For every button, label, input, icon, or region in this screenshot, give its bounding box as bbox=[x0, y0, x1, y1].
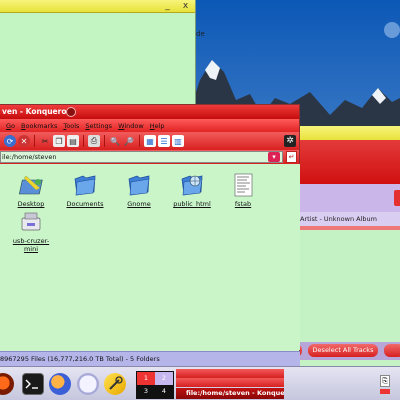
menu-tools[interactable]: Tools bbox=[63, 122, 79, 130]
file-item-public-html[interactable]: public_html bbox=[167, 172, 217, 208]
location-dropdown-icon[interactable]: ▾ bbox=[268, 152, 280, 162]
toolbar-separator bbox=[139, 135, 140, 147]
icon-view-icon[interactable]: ▦ bbox=[144, 135, 156, 147]
file-item-fstab[interactable]: fstab bbox=[218, 172, 268, 208]
media-player-action-button[interactable] bbox=[394, 190, 400, 206]
clipboard-icon[interactable]: ⎘ bbox=[380, 375, 390, 387]
file-label: usb-cruzer-mini bbox=[12, 237, 50, 253]
background-window[interactable]: _ x de bbox=[0, 0, 205, 112]
menu-window[interactable]: Window bbox=[118, 122, 144, 130]
help-icon[interactable] bbox=[77, 373, 99, 395]
pager-desktop-4[interactable]: 4 bbox=[155, 385, 173, 398]
file-item-usb-cruzer-mini[interactable]: usb-cruzer-mini bbox=[6, 209, 56, 253]
gear-icon[interactable]: ✲ bbox=[284, 135, 296, 147]
usb-drive-icon bbox=[21, 212, 41, 231]
file-label: Documents bbox=[66, 200, 104, 208]
media-player-button-row: Deselect All Tracks bbox=[282, 342, 400, 360]
detailed-view-icon[interactable]: ▥ bbox=[172, 135, 184, 147]
media-player-window[interactable]: Artist - Unknown Album Deselect All Trac… bbox=[282, 126, 400, 368]
media-player-header bbox=[292, 140, 400, 184]
desktop-folder-icon bbox=[18, 175, 43, 195]
toolbar-separator bbox=[104, 135, 105, 147]
kde-menu-icon[interactable] bbox=[0, 373, 14, 395]
paste-icon[interactable]: ▤ bbox=[67, 135, 79, 147]
file-label: Gnome bbox=[127, 200, 151, 208]
media-player-titlebar[interactable] bbox=[292, 126, 400, 140]
go-button[interactable]: ↵ bbox=[286, 151, 297, 163]
task-list: file:/home/steven - Konqueror bbox=[176, 369, 284, 399]
toolbar-separator bbox=[34, 135, 35, 147]
konqueror-window[interactable]: ven - Konqueror Go Bookmarks Tools Setti… bbox=[0, 104, 300, 367]
stop-icon[interactable]: ✕ bbox=[18, 135, 30, 147]
tools-icon[interactable] bbox=[104, 373, 126, 395]
globe-folder-icon bbox=[181, 175, 203, 196]
folder-icon bbox=[128, 175, 150, 196]
zoom-in-icon[interactable]: 🔍 bbox=[109, 135, 121, 147]
tray-indicator-icon[interactable] bbox=[380, 389, 390, 394]
menu-bar: Go Bookmarks Tools Settings Window Help bbox=[0, 119, 299, 132]
taskbar: 1 2 3 4 file:/home/steven - Konqueror ⎘ bbox=[0, 366, 400, 400]
pager-desktop-1[interactable]: 1 bbox=[137, 372, 155, 385]
toolbar-separator bbox=[83, 135, 84, 147]
file-view[interactable]: Desktop Documents Gnome public_html fsta… bbox=[0, 164, 300, 350]
reload-icon[interactable]: ⟳ bbox=[4, 135, 16, 147]
media-right-button[interactable] bbox=[384, 344, 400, 357]
menu-go[interactable]: Go bbox=[6, 122, 15, 130]
copy-icon[interactable]: ❐ bbox=[53, 135, 65, 147]
deselect-all-tracks-button[interactable]: Deselect All Tracks bbox=[308, 344, 378, 357]
desktop-pager[interactable]: 1 2 3 4 bbox=[136, 371, 174, 399]
zoom-out-icon[interactable]: 🔎 bbox=[123, 135, 135, 147]
background-window-titlebar[interactable]: _ x bbox=[0, 0, 195, 13]
pager-desktop-3[interactable]: 3 bbox=[137, 385, 155, 398]
track-list[interactable] bbox=[292, 230, 400, 326]
location-bar: ile:/home/steven ▾ ↵ bbox=[0, 150, 299, 164]
location-input[interactable]: ile:/home/steven bbox=[0, 151, 283, 163]
menu-help[interactable]: Help bbox=[150, 122, 165, 130]
firefox-icon[interactable] bbox=[49, 373, 71, 395]
file-item-desktop[interactable]: Desktop bbox=[6, 172, 56, 208]
terminal-icon[interactable] bbox=[22, 373, 44, 395]
toolbar: ⟳ ✕ ✂ ❐ ▤ ⎙ 🔍 🔎 ▦ ☰ ▥ ✲ bbox=[0, 132, 299, 150]
text-file-icon bbox=[234, 173, 253, 197]
system-tray: ⎘ bbox=[376, 373, 400, 395]
folder-icon bbox=[74, 175, 96, 196]
window-text-fragment: de bbox=[196, 30, 205, 38]
konqueror-titlebar[interactable]: ven - Konqueror bbox=[0, 105, 299, 119]
pager-desktop-2[interactable]: 2 bbox=[155, 372, 173, 385]
task-button[interactable] bbox=[176, 369, 284, 378]
minimize-button[interactable]: _ bbox=[162, 1, 173, 12]
file-label: fstab bbox=[234, 200, 252, 208]
print-icon[interactable]: ⎙ bbox=[88, 135, 100, 147]
window-title: ven - Konqueror bbox=[2, 107, 71, 116]
menu-bookmarks[interactable]: Bookmarks bbox=[21, 122, 57, 130]
file-label: Desktop bbox=[17, 200, 45, 208]
status-bar: 8967295 Files (16,777,216.0 TB Total) - … bbox=[0, 351, 300, 367]
file-item-documents[interactable]: Documents bbox=[60, 172, 110, 208]
cut-icon[interactable]: ✂ bbox=[39, 135, 51, 147]
album-info: Artist - Unknown Album bbox=[292, 212, 400, 226]
task-button[interactable] bbox=[176, 378, 284, 387]
file-label: public_html bbox=[173, 200, 211, 208]
konqueror-icon bbox=[66, 107, 76, 117]
tree-view-icon[interactable]: ☰ bbox=[158, 135, 170, 147]
close-button[interactable]: x bbox=[180, 1, 191, 12]
media-player-controls bbox=[292, 184, 400, 212]
task-button-konqueror[interactable]: file:/home/steven - Konqueror bbox=[176, 388, 284, 399]
file-item-gnome[interactable]: Gnome bbox=[114, 172, 164, 208]
menu-settings[interactable]: Settings bbox=[85, 122, 112, 130]
